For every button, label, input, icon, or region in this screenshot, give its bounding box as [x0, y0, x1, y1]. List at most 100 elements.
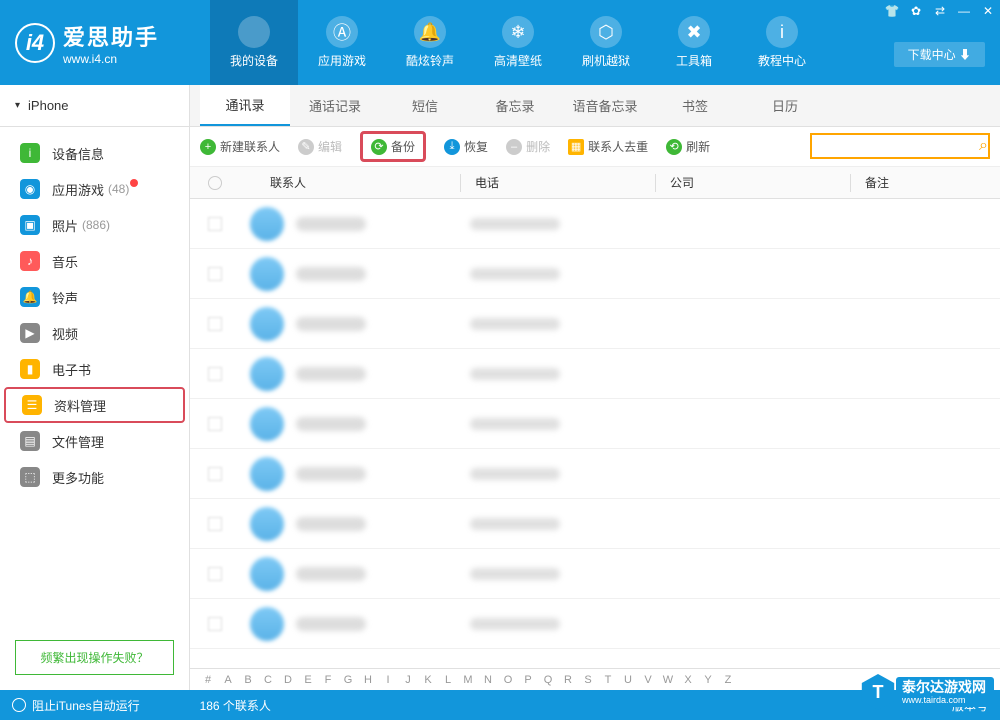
nav-icon: ✖ [678, 16, 710, 48]
device-selector[interactable]: ▾ iPhone [0, 85, 189, 127]
window-ctrl-4[interactable]: ✕ [976, 0, 1000, 22]
sidebar-item-3[interactable]: ♪音乐 [0, 243, 189, 279]
restore-button[interactable]: ⤓ 恢复 [444, 138, 488, 155]
letter-C[interactable]: C [258, 674, 278, 686]
new-contact-button[interactable]: + 新建联系人 [200, 138, 280, 155]
sidebar-item-2[interactable]: ▣照片(886) [0, 207, 189, 243]
sidebar-item-6[interactable]: ▮电子书 [0, 351, 189, 387]
letter-X[interactable]: X [678, 674, 698, 686]
letter-G[interactable]: G [338, 674, 358, 686]
sub-tab-2[interactable]: 短信 [380, 85, 470, 126]
row-checkbox[interactable] [190, 267, 240, 281]
row-checkbox[interactable] [190, 317, 240, 331]
search-input[interactable] [812, 139, 979, 153]
select-all-checkbox[interactable] [190, 176, 240, 190]
nav-label: 工具箱 [676, 52, 712, 69]
letter-I[interactable]: I [378, 674, 398, 686]
itunes-toggle[interactable]: 阻止iTunes自动运行 [12, 697, 140, 714]
window-ctrl-3[interactable]: — [952, 0, 976, 22]
sidebar-item-7[interactable]: ☰资料管理 [4, 387, 185, 423]
sidebar-item-5[interactable]: ▶视频 [0, 315, 189, 351]
letter-W[interactable]: W [658, 674, 678, 686]
sub-tab-5[interactable]: 书签 [650, 85, 740, 126]
letter-U[interactable]: U [618, 674, 638, 686]
sidebar-item-1[interactable]: ◉应用游戏(48) [0, 171, 189, 207]
sub-tab-4[interactable]: 语音备忘录 [560, 85, 650, 126]
letter-P[interactable]: P [518, 674, 538, 686]
letter-S[interactable]: S [578, 674, 598, 686]
top-nav-0[interactable]: 我的设备 [210, 0, 298, 85]
letter-#[interactable]: # [198, 674, 218, 686]
col-phone[interactable]: 电话 [475, 174, 655, 191]
letter-O[interactable]: O [498, 674, 518, 686]
help-link[interactable]: 频繁出现操作失败？ [15, 640, 174, 675]
letter-N[interactable]: N [478, 674, 498, 686]
sub-tab-0[interactable]: 通讯录 [200, 85, 290, 126]
letter-Q[interactable]: Q [538, 674, 558, 686]
letter-Y[interactable]: Y [698, 674, 718, 686]
top-nav-4[interactable]: ⬡刷机越狱 [562, 0, 650, 85]
contact-row[interactable] [190, 449, 1000, 499]
letter-L[interactable]: L [438, 674, 458, 686]
dedupe-button[interactable]: ▦ 联系人去重 [568, 138, 648, 155]
sub-tab-3[interactable]: 备忘录 [470, 85, 560, 126]
new-contact-label: 新建联系人 [220, 138, 280, 155]
col-company[interactable]: 公司 [670, 174, 850, 191]
contact-row[interactable] [190, 549, 1000, 599]
edit-button[interactable]: ✎ 编辑 [298, 138, 342, 155]
letter-T[interactable]: T [598, 674, 618, 686]
letter-Z[interactable]: Z [718, 674, 738, 686]
letter-R[interactable]: R [558, 674, 578, 686]
row-checkbox[interactable] [190, 617, 240, 631]
top-nav-6[interactable]: i教程中心 [738, 0, 826, 85]
letter-B[interactable]: B [238, 674, 258, 686]
sidebar-item-8[interactable]: ▤文件管理 [0, 423, 189, 459]
row-checkbox[interactable] [190, 567, 240, 581]
contact-name [296, 267, 366, 281]
sidebar-label: 照片 [52, 216, 78, 235]
letter-J[interactable]: J [398, 674, 418, 686]
row-checkbox[interactable] [190, 467, 240, 481]
contact-row[interactable] [190, 499, 1000, 549]
row-checkbox[interactable] [190, 367, 240, 381]
refresh-button[interactable]: ⟲ 刷新 [666, 138, 710, 155]
window-ctrl-1[interactable]: ✿ [904, 0, 928, 22]
top-nav-3[interactable]: ❄高清壁纸 [474, 0, 562, 85]
row-checkbox[interactable] [190, 417, 240, 431]
logo-icon: i4 [15, 23, 55, 63]
contact-row[interactable] [190, 349, 1000, 399]
top-nav-5[interactable]: ✖ 工具箱 [650, 0, 738, 85]
top-nav-1[interactable]: Ⓐ应用游戏 [298, 0, 386, 85]
contact-row[interactable] [190, 299, 1000, 349]
contact-row[interactable] [190, 599, 1000, 649]
letter-A[interactable]: A [218, 674, 238, 686]
letter-F[interactable]: F [318, 674, 338, 686]
top-nav-2[interactable]: 🔔酷炫铃声 [386, 0, 474, 85]
delete-button[interactable]: – 删除 [506, 138, 550, 155]
search-icon[interactable]: ⌕ [979, 137, 988, 155]
row-checkbox[interactable] [190, 217, 240, 231]
window-ctrl-0[interactable]: 👕 [880, 0, 904, 22]
col-note[interactable]: 备注 [865, 174, 1000, 191]
letter-K[interactable]: K [418, 674, 438, 686]
letter-D[interactable]: D [278, 674, 298, 686]
col-contact[interactable]: 联系人 [240, 174, 460, 191]
backup-button[interactable]: ⟳ 备份 [360, 131, 426, 162]
contact-row[interactable] [190, 249, 1000, 299]
sub-tab-6[interactable]: 日历 [740, 85, 830, 126]
sidebar-item-0[interactable]: i设备信息 [0, 135, 189, 171]
download-center-button[interactable]: 下载中心 ⬇ [894, 42, 985, 67]
sub-tab-1[interactable]: 通话记录 [290, 85, 380, 126]
notification-dot [130, 179, 138, 187]
window-ctrl-2[interactable]: ⇄ [928, 0, 952, 22]
contact-row[interactable] [190, 399, 1000, 449]
letter-H[interactable]: H [358, 674, 378, 686]
row-checkbox[interactable] [190, 517, 240, 531]
letter-M[interactable]: M [458, 674, 478, 686]
letter-E[interactable]: E [298, 674, 318, 686]
sidebar-icon: i [20, 143, 40, 163]
contact-row[interactable] [190, 199, 1000, 249]
sidebar-item-4[interactable]: 🔔铃声 [0, 279, 189, 315]
letter-V[interactable]: V [638, 674, 658, 686]
sidebar-item-9[interactable]: ⬚更多功能 [0, 459, 189, 495]
